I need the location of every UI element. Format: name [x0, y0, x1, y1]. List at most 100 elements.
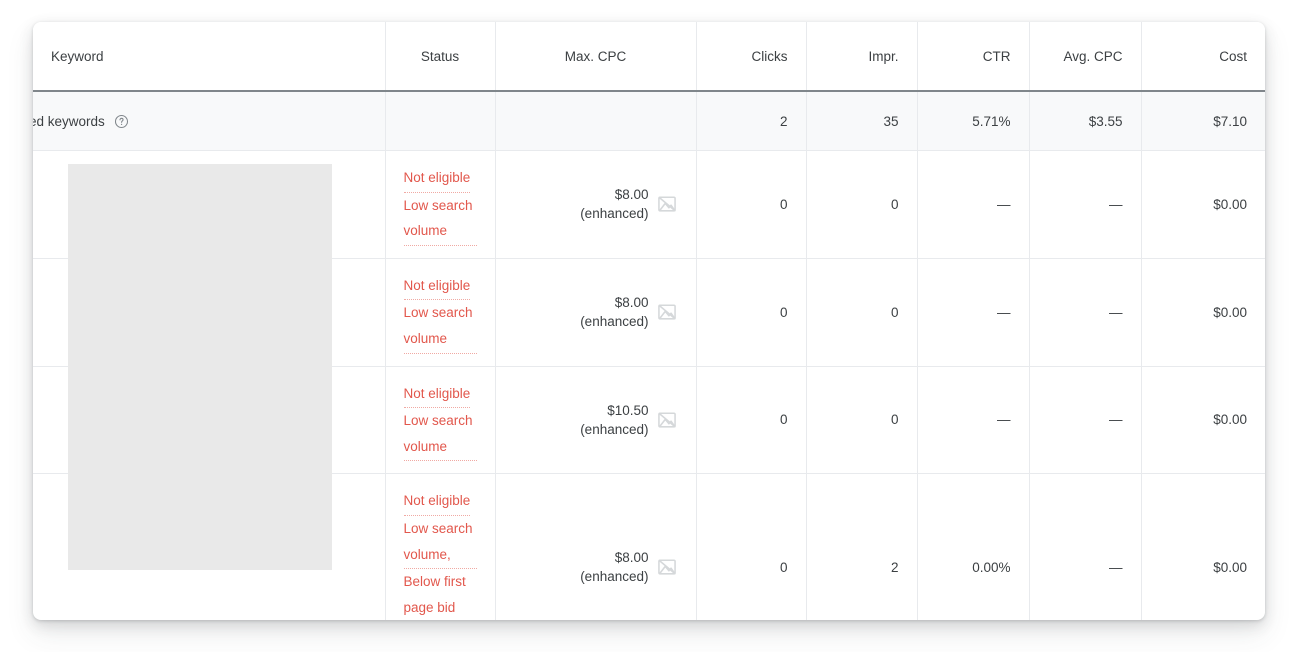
cell-impr[interactable]: 0 — [806, 150, 918, 259]
summary-label-wrap: ered keywords — [33, 114, 129, 129]
max-cpc-note: (enhanced) — [580, 569, 649, 585]
status-badge: Not eligible Low search volume, Below firs… — [403, 486, 477, 620]
impr-value: 0 — [890, 304, 899, 320]
table-scroll-area[interactable]: Keyword Status Max. CPC Clicks Impr. CTR… — [33, 22, 1265, 620]
ctr-value: — — [997, 196, 1011, 212]
cost-value: $0.00 — [1213, 304, 1247, 320]
avg-cpc-value: — — [1109, 304, 1123, 320]
status-badge: Not eligible Low search volume — [403, 271, 477, 354]
cell-clicks[interactable]: 0 — [696, 366, 807, 475]
avg-cpc-value: — — [1109, 412, 1123, 428]
cell-clicks[interactable]: 0 — [696, 473, 807, 620]
max-cpc-wrap: $8.00 (enhanced) — [514, 548, 678, 586]
status-line[interactable]: Not eligible — [403, 273, 471, 301]
summary-avg-cpc-cell: $3.55 — [1029, 91, 1142, 151]
clicks-value: 0 — [779, 304, 788, 320]
cell-cost[interactable]: $0.00 — [1141, 150, 1265, 259]
status-line[interactable]: Below first page bid ($11.49) — [404, 569, 477, 620]
cell-max-cpc[interactable]: $8.00 (enhanced) — [495, 150, 697, 259]
cell-ctr[interactable]: 0.00% — [917, 473, 1030, 620]
table-body: Not eligible Low search volume $8.00 (enh… — [33, 150, 1265, 620]
column-header-keyword[interactable]: Keyword — [33, 22, 386, 92]
column-header-clicks[interactable]: Clicks — [696, 22, 807, 92]
max-cpc-note: (enhanced) — [580, 421, 649, 437]
cell-avg-cpc[interactable]: — — [1029, 366, 1142, 475]
status-line[interactable]: Low search volume — [403, 408, 477, 462]
column-header-max-cpc-label: Max. CPC — [564, 48, 627, 64]
column-header-clicks-label: Clicks — [751, 48, 788, 64]
max-cpc-text: $8.00 (enhanced) — [580, 548, 648, 586]
avg-cpc-value: — — [1109, 559, 1123, 575]
status-line[interactable]: Low search volume, — [403, 516, 477, 570]
table-summary-body: ered keywords — [33, 91, 1265, 151]
impr-value: 0 — [890, 412, 899, 428]
table-row[interactable]: Not eligible Low search volume $8.00 (enh… — [33, 150, 1265, 259]
cell-avg-cpc[interactable]: — — [1029, 473, 1142, 620]
cell-keyword[interactable] — [33, 258, 386, 367]
cell-max-cpc[interactable]: $8.00 (enhanced) — [495, 258, 697, 367]
column-header-max-cpc[interactable]: Max. CPC — [495, 22, 697, 92]
cell-impr[interactable]: 0 — [806, 366, 918, 475]
column-header-impr[interactable]: Impr. — [806, 22, 918, 92]
cell-clicks[interactable]: 0 — [696, 258, 807, 367]
cell-ctr[interactable]: — — [917, 150, 1030, 259]
status-line[interactable]: Low search volume — [403, 193, 477, 246]
max-cpc-amount: $10.50 — [607, 402, 649, 418]
status-line[interactable]: Not eligible — [403, 165, 471, 193]
summary-avg-cpc-value: $3.55 — [1088, 113, 1123, 129]
cell-status[interactable]: Not eligible Low search volume, Below firs… — [385, 473, 496, 620]
summary-cost-cell: $7.10 — [1141, 91, 1265, 151]
cell-impr[interactable]: 2 — [806, 473, 918, 620]
keywords-table-card: Keyword Status Max. CPC Clicks Impr. CTR… — [33, 22, 1265, 620]
status-line[interactable]: Not eligible — [403, 381, 471, 409]
status-line[interactable]: Not eligible — [403, 488, 471, 516]
cell-cost[interactable]: $0.00 — [1141, 473, 1265, 620]
table-row[interactable]: Not eligible Low search volume, Below firs… — [33, 473, 1265, 620]
avg-cpc-value: — — [1109, 196, 1123, 212]
column-header-status[interactable]: Status — [385, 22, 496, 92]
ctr-value: — — [997, 412, 1011, 428]
table-row[interactable]: Not eligible Low search volume $10.50 (en… — [33, 366, 1265, 475]
cell-clicks[interactable]: 0 — [696, 150, 807, 259]
cell-status[interactable]: Not eligible Low search volume — [385, 258, 496, 367]
cell-avg-cpc[interactable]: — — [1029, 258, 1142, 367]
cell-cost[interactable]: $0.00 — [1141, 366, 1265, 475]
cell-keyword[interactable] — [33, 150, 386, 259]
cell-keyword[interactable] — [33, 473, 386, 620]
summary-impr-value: 35 — [883, 113, 899, 129]
status-badge: Not eligible Low search volume — [403, 379, 477, 462]
broken-image-icon — [656, 193, 678, 215]
column-header-ctr-label: CTR — [982, 48, 1011, 64]
cell-max-cpc[interactable]: $8.00 (enhanced) — [495, 473, 697, 620]
summary-clicks-value: 2 — [779, 113, 788, 129]
cell-avg-cpc[interactable]: — — [1029, 150, 1142, 259]
column-header-status-label: Status — [420, 48, 460, 64]
cell-ctr[interactable]: — — [917, 366, 1030, 475]
summary-clicks-cell: 2 — [696, 91, 807, 151]
cell-impr[interactable]: 0 — [806, 258, 918, 367]
summary-impr-cell: 35 — [806, 91, 918, 151]
broken-image-icon — [656, 301, 678, 323]
help-circle-icon[interactable] — [114, 114, 129, 129]
cell-status[interactable]: Not eligible Low search volume — [385, 366, 496, 475]
table-header-row: Keyword Status Max. CPC Clicks Impr. CTR… — [33, 22, 1265, 92]
cell-ctr[interactable]: — — [917, 258, 1030, 367]
cell-keyword[interactable] — [33, 366, 386, 475]
status-badge: Not eligible Low search volume — [403, 163, 477, 246]
table-header: Keyword Status Max. CPC Clicks Impr. CTR… — [33, 22, 1265, 92]
column-header-ctr[interactable]: CTR — [917, 22, 1030, 92]
cell-max-cpc[interactable]: $10.50 (enhanced) — [495, 366, 697, 475]
cell-status[interactable]: Not eligible Low search volume — [385, 150, 496, 259]
cell-cost[interactable]: $0.00 — [1141, 258, 1265, 367]
status-line[interactable]: Low search volume — [403, 300, 477, 354]
table-row[interactable]: Not eligible Low search volume $8.00 (enh… — [33, 258, 1265, 367]
column-header-avg-cpc[interactable]: Avg. CPC — [1029, 22, 1142, 92]
column-header-cost[interactable]: Cost — [1141, 22, 1265, 92]
clicks-value: 0 — [779, 412, 788, 428]
screenshot-canvas: Keyword Status Max. CPC Clicks Impr. CTR… — [0, 0, 1292, 652]
impr-value: 2 — [890, 559, 899, 575]
max-cpc-amount: $8.00 — [614, 187, 649, 203]
column-header-avg-cpc-label: Avg. CPC — [1063, 48, 1123, 64]
max-cpc-wrap: $8.00 (enhanced) — [514, 293, 678, 331]
max-cpc-wrap: $10.50 (enhanced) — [514, 401, 678, 439]
